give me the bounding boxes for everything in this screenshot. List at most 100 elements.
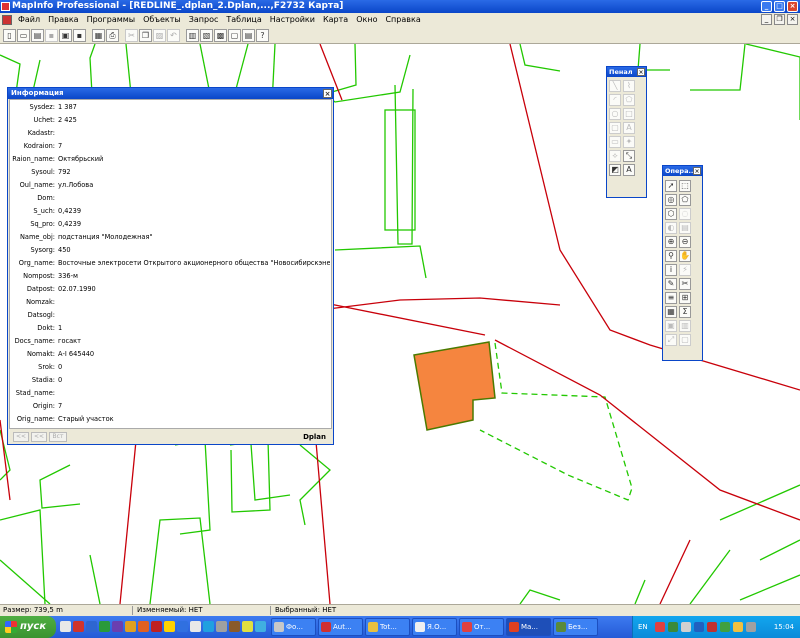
arc-tool-icon[interactable]: ◜: [609, 94, 621, 106]
new-browser-icon[interactable]: ▥: [186, 28, 199, 42]
quicklaunch-misc-icon[interactable]: [216, 621, 227, 632]
quicklaunch-network-icon[interactable]: [255, 621, 266, 632]
region-style-icon[interactable]: ◩: [609, 164, 621, 176]
new-layout-icon[interactable]: ▢: [228, 28, 241, 42]
close-main-palette-icon[interactable]: ×: [693, 167, 701, 175]
menu-table[interactable]: Таблица: [222, 13, 265, 27]
table-icon[interactable]: ▦: [92, 28, 105, 42]
frame-tool-icon[interactable]: ▭: [609, 136, 621, 148]
undo-icon[interactable]: ↶: [167, 28, 180, 42]
reshape-tool-icon[interactable]: ⟡: [609, 150, 621, 162]
save-as-icon[interactable]: ▪: [73, 28, 86, 42]
close-button[interactable]: ×: [787, 1, 798, 12]
graph-tool-icon[interactable]: ▢: [679, 334, 691, 346]
grabber-hand-icon[interactable]: ✋: [679, 250, 691, 262]
quicklaunch-opera-icon[interactable]: [151, 621, 162, 632]
statistics-icon[interactable]: Σ: [679, 306, 691, 318]
tray-connection-icon[interactable]: [720, 622, 730, 632]
redistrict-icon[interactable]: ▤: [242, 28, 255, 42]
marquee-select-icon[interactable]: ⬚: [679, 180, 691, 192]
task-photo[interactable]: Фо...: [271, 618, 316, 636]
ellipse-tool-icon[interactable]: ○: [609, 108, 621, 120]
unselect-icon[interactable]: ◌: [679, 208, 691, 220]
text-tool-icon[interactable]: A: [623, 122, 635, 134]
menu-objects[interactable]: Объекты: [139, 13, 185, 27]
new-mapper-icon[interactable]: ▧: [200, 28, 213, 42]
change-view-icon[interactable]: ⚲: [665, 250, 677, 262]
menu-help[interactable]: Справка: [381, 13, 424, 27]
quicklaunch-mail-icon[interactable]: [164, 621, 175, 632]
close-drawing-palette-icon[interactable]: ×: [637, 68, 645, 76]
minimize-button[interactable]: _: [761, 1, 772, 12]
menu-tools[interactable]: Программы: [83, 13, 140, 27]
open-icon[interactable]: ▭: [17, 28, 30, 42]
task-browser[interactable]: Я.О...: [412, 618, 457, 636]
drag-window-icon[interactable]: ⤢: [665, 334, 677, 346]
save-icon[interactable]: ▪: [45, 28, 58, 42]
tray-network-icon[interactable]: [668, 622, 678, 632]
help-pointer-icon[interactable]: ?: [256, 28, 269, 42]
status-editable[interactable]: Изменяемый: НЕТ: [137, 605, 203, 616]
boundary-select-icon[interactable]: ⬡: [665, 208, 677, 220]
set-target-icon[interactable]: ▥: [679, 320, 691, 332]
copy-icon[interactable]: ❐: [139, 28, 152, 42]
print-icon[interactable]: ⎙: [106, 28, 119, 42]
quicklaunch-folder-icon[interactable]: [242, 621, 253, 632]
quicklaunch-project-icon[interactable]: [112, 621, 123, 632]
polygon-tool-icon[interactable]: ⬠: [623, 94, 635, 106]
doc-restore-button[interactable]: ❐: [774, 14, 785, 25]
hotlink-icon[interactable]: ⚡: [679, 264, 691, 276]
tray-lang-bar-icon[interactable]: [694, 622, 704, 632]
doc-close-button[interactable]: ×: [787, 14, 798, 25]
doc-minimize-button[interactable]: _: [761, 14, 772, 25]
task-mapinfo[interactable]: Ma...: [506, 618, 551, 636]
task-untitled[interactable]: Без...: [553, 618, 598, 636]
menu-options[interactable]: Настройки: [266, 13, 319, 27]
info-fields-list[interactable]: Sysdez: 1 387 Uchet: 2 425 Kadastr: Kodrai…: [9, 99, 332, 429]
mapinfo-app-icon[interactable]: [1, 2, 10, 11]
new-icon[interactable]: ▯: [3, 28, 16, 42]
line-tool-icon[interactable]: ╲: [609, 80, 621, 92]
menu-window[interactable]: Окно: [352, 13, 381, 27]
tray-security-icon[interactable]: [733, 622, 743, 632]
polygon-select-icon[interactable]: ⬠: [679, 194, 691, 206]
prev-record-button[interactable]: <<: [31, 432, 47, 442]
zoom-out-icon[interactable]: ⊖: [679, 236, 691, 248]
quicklaunch-media-icon[interactable]: [203, 621, 214, 632]
drag-map-icon[interactable]: ✂: [679, 278, 691, 290]
start-button[interactable]: пуск: [0, 616, 56, 638]
clock[interactable]: 15:04: [774, 616, 794, 638]
graph-select-icon[interactable]: ▤: [679, 222, 691, 234]
quicklaunch-explorer-icon[interactable]: [125, 621, 136, 632]
label-tool-icon[interactable]: ✎: [665, 278, 677, 290]
task-report[interactable]: От...: [459, 618, 504, 636]
tray-antivirus-icon[interactable]: [655, 622, 665, 632]
language-indicator[interactable]: EN: [638, 616, 648, 638]
ruler-icon[interactable]: ⊞: [679, 292, 691, 304]
tray-misc-icon[interactable]: [746, 622, 756, 632]
maximize-button[interactable]: □: [774, 1, 785, 12]
quicklaunch-desktop-icon[interactable]: [60, 621, 71, 632]
menu-query[interactable]: Запрос: [185, 13, 223, 27]
quicklaunch-firefox-icon[interactable]: [138, 621, 149, 632]
first-record-button[interactable]: <<: [13, 432, 29, 442]
open-table-icon[interactable]: ▤: [31, 28, 44, 42]
tray-volume-icon[interactable]: [681, 622, 691, 632]
menu-map[interactable]: Карта: [319, 13, 352, 27]
next-record-button[interactable]: Вст: [49, 432, 67, 442]
legend-icon[interactable]: ▦: [665, 306, 677, 318]
tray-update-icon[interactable]: [707, 622, 717, 632]
quicklaunch-outlook-icon[interactable]: [73, 621, 84, 632]
info-tool-icon[interactable]: i: [665, 264, 677, 276]
zoom-in-icon[interactable]: ⊕: [665, 236, 677, 248]
menu-edit[interactable]: Правка: [44, 13, 82, 27]
selected-parcel[interactable]: [413, 341, 496, 431]
quicklaunch-excel-icon[interactable]: [99, 621, 110, 632]
line-style-icon[interactable]: ⤡: [623, 150, 635, 162]
symbol-tool-icon[interactable]: ✦: [623, 136, 635, 148]
paste-icon[interactable]: ▨: [153, 28, 166, 42]
rounded-rect-tool-icon[interactable]: ▢: [609, 122, 621, 134]
quicklaunch-word-icon[interactable]: [86, 621, 97, 632]
radius-select-icon[interactable]: ◎: [665, 194, 677, 206]
quicklaunch-notepad-icon[interactable]: [190, 621, 201, 632]
